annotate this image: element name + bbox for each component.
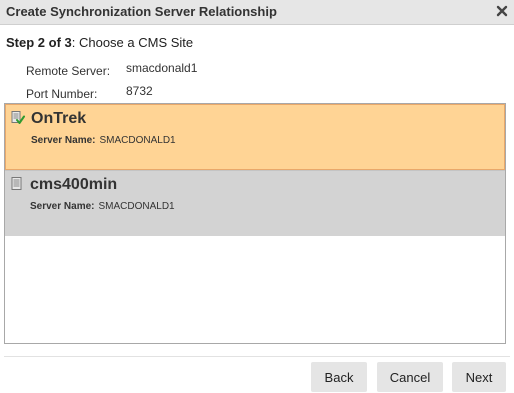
port-number-value: 8732	[126, 84, 153, 98]
port-number-row: Port Number: 8732	[26, 84, 153, 101]
next-button[interactable]: Next	[452, 362, 506, 392]
sync-relationship-dialog: Create Synchronization Server Relationsh…	[0, 0, 514, 393]
cancel-button[interactable]: Cancel	[377, 362, 443, 392]
remote-server-value: smacdonald1	[126, 61, 198, 75]
site-icon	[10, 177, 24, 191]
step-description: : Choose a CMS Site	[71, 35, 194, 50]
site-server-info: Server Name: SMACDONALD1	[30, 201, 175, 212]
server-name-value: SMACDONALD1	[98, 201, 175, 212]
site-item-cms400min[interactable]: cms400min Server Name: SMACDONALD1	[5, 170, 505, 236]
site-name: OnTrek	[31, 110, 87, 127]
dialog-titlebar: Create Synchronization Server Relationsh…	[0, 0, 514, 25]
back-button[interactable]: Back	[311, 362, 367, 392]
remote-server-label: Remote Server:	[26, 64, 111, 78]
step-number: Step 2 of 3	[6, 35, 72, 50]
remote-server-row: Remote Server: smacdonald1	[26, 61, 198, 78]
site-selected-icon	[11, 111, 25, 125]
close-icon[interactable]	[495, 4, 509, 18]
server-name-label: Server Name:	[30, 201, 95, 212]
footer-divider	[4, 356, 510, 357]
site-name: cms400min	[30, 176, 118, 193]
dialog-title: Create Synchronization Server Relationsh…	[6, 4, 277, 19]
server-name-value: SMACDONALD1	[99, 135, 176, 146]
cms-site-list: OnTrek Server Name: SMACDONALD1 cms400min…	[4, 103, 506, 344]
site-server-info: Server Name: SMACDONALD1	[31, 135, 176, 146]
site-item-ontrek[interactable]: OnTrek Server Name: SMACDONALD1	[5, 104, 505, 170]
step-indicator: Step 2 of 3: Choose a CMS Site	[6, 35, 193, 50]
port-number-label: Port Number:	[26, 87, 98, 101]
server-name-label: Server Name:	[31, 135, 96, 146]
